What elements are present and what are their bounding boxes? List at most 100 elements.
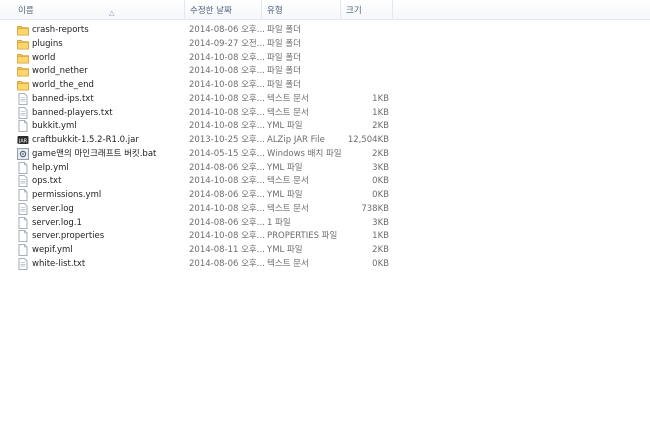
folder-icon [17,24,29,36]
file-size: 738KB [361,203,389,214]
file-name: server.properties [32,231,105,242]
jar-icon: JAR [17,134,29,146]
folder-icon [17,38,29,50]
folder-icon [17,79,29,91]
folder-icon [17,65,29,77]
file-date: 2014-10-08 오후... [189,93,265,104]
file-type: YML 파일 [267,162,303,173]
column-header-size[interactable]: 크기 [341,0,393,19]
file-type: ALZip JAR File [267,135,325,145]
text-file-icon [17,92,29,105]
file-name: banned-ips.txt [32,93,94,104]
file-row[interactable]: JAR craftbukkit-1.5.2-R1.0.jar 2013-10-25 … [13,133,393,147]
file-type: 텍스트 문서 [267,176,309,187]
column-header-date-label: 수정한 날짜 [190,6,232,16]
file-type: 텍스트 문서 [267,258,309,269]
file-icon [17,161,29,174]
file-date: 2014-10-08 오후... [189,176,265,187]
file-row[interactable]: white-list.txt 2014-08-06 오후... 텍스트 문서 0KB [13,257,393,271]
text-file-icon [17,106,29,119]
file-row[interactable]: plugins 2014-09-27 오전... 파일 폴더 [13,37,393,51]
batch-file-icon [17,147,29,160]
file-type: 파일 폴더 [267,25,301,35]
text-file-icon [17,257,29,270]
file-size: 1KB [372,231,389,242]
file-type: YML 파일 [267,245,303,255]
file-row[interactable]: world_nether 2014-10-08 오후... 파일 폴더 [13,64,393,78]
file-row[interactable]: world_the_end 2014-10-08 오후... 파일 폴더 [13,78,393,92]
file-name: server.log.1 [32,217,82,228]
file-date: 2014-08-06 오후... [189,190,265,200]
file-size: 1KB [372,107,389,118]
file-row[interactable]: world 2014-10-08 오후... 파일 폴더 [13,51,393,65]
file-size: 2KB [372,121,389,132]
file-row[interactable]: permissions.yml 2014-08-06 오후... YML 파일 0KB [13,188,393,202]
file-size: 1KB [372,93,389,104]
file-type: 텍스트 문서 [267,203,309,214]
file-row[interactable]: server.properties 2014-10-08 오후... PROPERT… [13,229,393,243]
file-row[interactable]: server.log 2014-10-08 오후... 텍스트 문서 738KB [13,202,393,216]
file-type: 1 파일 [267,217,291,228]
column-header-type-label: 유형 [267,6,283,16]
file-name: server.log [32,203,74,214]
column-header-type[interactable]: 유형 [262,0,341,19]
file-icon [17,216,29,229]
sort-ascending-icon: △ [109,9,115,17]
file-date: 2014-10-08 오후... [189,107,265,118]
file-row[interactable]: help.yml 2014-08-06 오후... YML 파일 3KB [13,161,393,175]
file-size: 12,504KB [347,135,389,145]
file-name: help.yml [32,162,69,173]
file-name: crash-reports [32,25,89,35]
file-name: world_nether [32,66,88,77]
file-row[interactable]: bukkit.yml 2014-10-08 오후... YML 파일 2KB [13,119,393,133]
file-row[interactable]: banned-players.txt 2014-10-08 오후... 텍스트 문서… [13,106,393,120]
file-row[interactable]: wepif.yml 2014-08-11 오후... YML 파일 2KB [13,243,393,257]
file-icon [17,244,29,256]
text-file-icon [17,202,29,215]
file-date: 2014-10-08 오후... [189,66,265,77]
file-row[interactable]: game맨의 마인크래프트 버킷.bat 2014-05-15 오후... Wind… [13,147,393,161]
file-name: banned-players.txt [32,107,113,118]
file-size: 3KB [372,217,389,228]
file-size: 0KB [372,190,389,200]
file-name: wepif.yml [32,245,73,255]
file-type: PROPERTIES 파일 [267,231,338,242]
file-icon [17,120,29,133]
file-row[interactable]: ops.txt 2014-10-08 오후... 텍스트 문서 0KB [13,174,393,188]
file-type: 파일 폴더 [267,38,301,49]
file-type: 파일 폴더 [267,80,301,90]
file-name: game맨의 마인크래프트 버킷.bat [32,148,157,159]
file-date: 2014-05-15 오후... [189,148,265,159]
column-header-date[interactable]: 수정한 날짜 [185,0,262,19]
file-row[interactable]: server.log.1 2014-08-06 오후... 1 파일 3KB [13,216,393,230]
file-name: world [32,52,56,63]
file-size: 3KB [372,162,389,173]
file-type: 텍스트 문서 [267,93,309,104]
file-type: YML 파일 [267,190,303,200]
file-row[interactable]: crash-reports 2014-08-06 오후... 파일 폴더 [13,23,393,37]
column-header-size-label: 크기 [346,6,362,16]
file-name: craftbukkit-1.5.2-R1.0.jar [32,135,139,145]
file-type: Windows 배치 파일 [267,148,342,159]
file-date: 2014-09-27 오전... [189,38,265,49]
file-date: 2014-08-06 오후... [189,162,265,173]
file-icon [17,230,29,243]
file-date: 2014-08-06 오후... [189,258,265,269]
file-size: 0KB [372,176,389,187]
file-type: 파일 폴더 [267,52,301,63]
file-date: 2014-08-11 오후... [189,245,265,255]
file-icon [17,189,29,201]
file-row[interactable]: banned-ips.txt 2014-10-08 오후... 텍스트 문서 1KB [13,92,393,106]
file-date: 2014-10-08 오후... [189,231,265,242]
file-name: ops.txt [32,176,62,187]
column-header-name[interactable]: 이름 △ [13,0,185,19]
file-size: 2KB [372,245,389,255]
file-type: 파일 폴더 [267,66,301,77]
file-date: 2014-08-06 오후... [189,217,265,228]
column-header-name-label: 이름 [18,6,34,16]
file-date: 2014-10-08 오후... [189,121,265,132]
file-size: 2KB [372,148,389,159]
file-name: plugins [32,38,63,49]
file-size: 0KB [372,258,389,269]
file-name: white-list.txt [32,258,86,269]
